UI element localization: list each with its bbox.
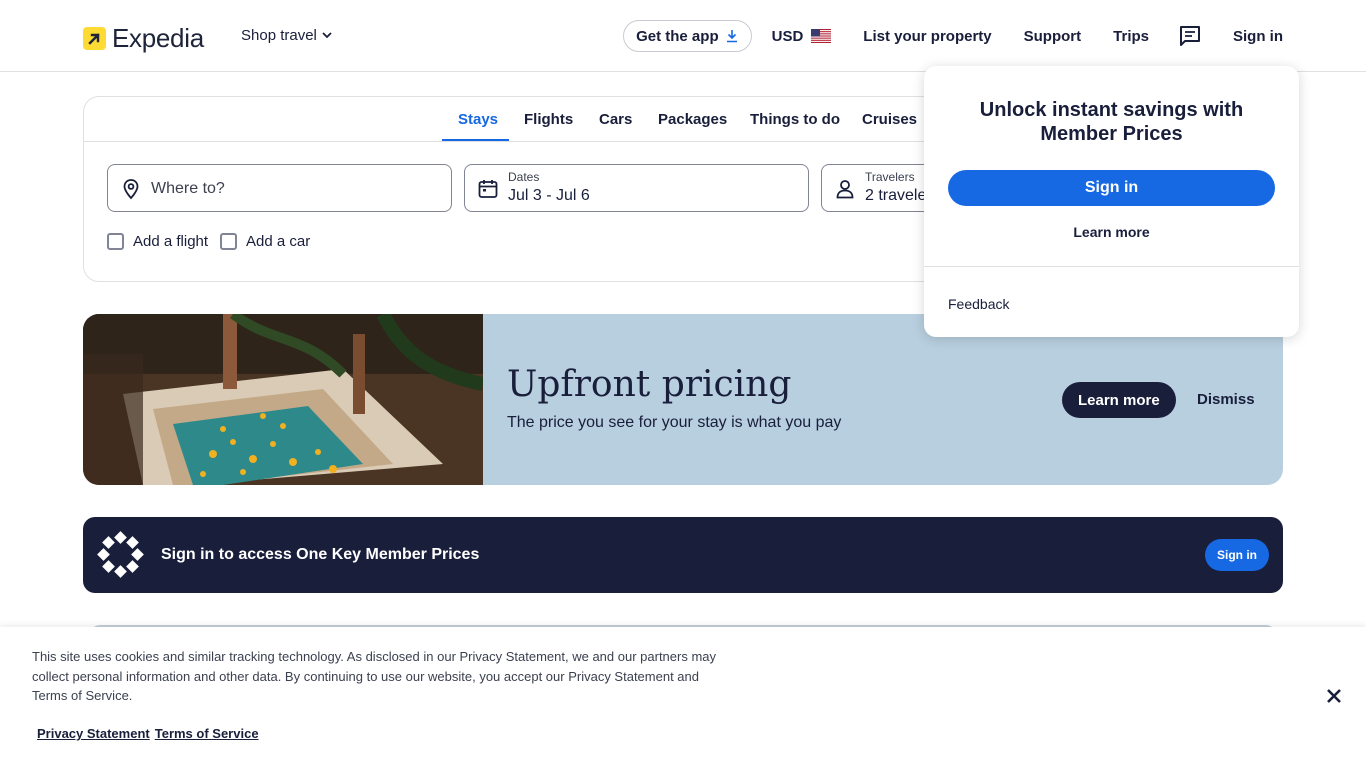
- one-key-text: Sign in to access One Key Member Prices: [161, 546, 480, 563]
- currency-selector[interactable]: USD: [772, 28, 832, 45]
- tab-cars[interactable]: Cars: [599, 111, 632, 128]
- add-flight-checkbox[interactable]: Add a flight: [107, 233, 208, 250]
- promo-subtitle: The price you see for your stay is what …: [507, 414, 842, 431]
- chat-icon[interactable]: [1179, 25, 1201, 47]
- promo-dismiss-button[interactable]: Dismiss: [1197, 391, 1255, 408]
- one-key-banner: Sign in to access One Key Member Prices …: [83, 517, 1283, 593]
- popover-learn-more-link[interactable]: Learn more: [948, 224, 1275, 240]
- popover-title: Unlock instant savings with Member Price…: [979, 99, 1244, 145]
- close-icon[interactable]: [1324, 686, 1344, 706]
- upfront-pricing-banner: Upfront pricing The price you see for yo…: [83, 314, 1283, 485]
- get-app-button[interactable]: Get the app: [623, 20, 752, 52]
- member-prices-popover: Unlock instant savings with Member Price…: [924, 66, 1299, 337]
- list-property-link[interactable]: List your property: [863, 28, 991, 45]
- add-car-checkbox[interactable]: Add a car: [220, 233, 310, 250]
- chevron-down-icon: [322, 32, 332, 39]
- us-flag-icon: [811, 29, 832, 43]
- cookie-banner: This site uses cookies and similar track…: [0, 627, 1366, 768]
- support-link[interactable]: Support: [1024, 28, 1082, 45]
- popover-divider: [924, 266, 1299, 267]
- tab-things-to-do[interactable]: Things to do: [750, 111, 840, 128]
- dates-value: Jul 3 - Jul 6: [508, 187, 590, 204]
- get-app-label: Get the app: [636, 27, 719, 45]
- add-car-label: Add a car: [246, 233, 311, 250]
- calendar-icon: [478, 180, 498, 198]
- shop-travel-menu[interactable]: Shop travel: [241, 27, 332, 44]
- dates-label: Dates: [508, 170, 540, 184]
- feedback-link[interactable]: Feedback: [948, 296, 1009, 312]
- travelers-value: 2 travele: [865, 187, 927, 204]
- tab-flights[interactable]: Flights: [524, 111, 573, 128]
- destination-input[interactable]: Where to?: [107, 164, 452, 212]
- tab-packages[interactable]: Packages: [658, 111, 727, 128]
- expedia-logo-icon: [83, 27, 106, 50]
- privacy-statement-link[interactable]: Privacy Statement: [37, 726, 150, 741]
- currency-label: USD: [771, 27, 804, 45]
- add-car-checkbox-box[interactable]: [220, 233, 237, 250]
- promo-title: Upfront pricing: [507, 364, 792, 405]
- tab-cruises[interactable]: Cruises: [862, 111, 917, 128]
- shop-travel-label: Shop travel: [241, 27, 317, 44]
- dates-field[interactable]: Dates Jul 3 - Jul 6: [464, 164, 809, 212]
- terms-of-service-link[interactable]: Terms of Service: [155, 726, 259, 741]
- logo-text: Expedia: [112, 23, 204, 53]
- location-pin-icon: [123, 179, 139, 200]
- popover-sign-in-button[interactable]: Sign in: [948, 170, 1275, 206]
- trips-link[interactable]: Trips: [1113, 28, 1149, 45]
- cookie-text: This site uses cookies and similar track…: [32, 649, 717, 703]
- tab-stays[interactable]: Stays: [458, 111, 498, 128]
- add-flight-label: Add a flight: [133, 233, 209, 250]
- promo-learn-more-button[interactable]: Learn more: [1062, 382, 1176, 418]
- site-header: Expedia Shop travel Get the app USD List…: [0, 0, 1366, 72]
- cookie-links: Privacy Statement Terms of Service: [37, 726, 259, 741]
- expedia-logo[interactable]: Expedia: [83, 23, 204, 54]
- header-nav: Get the app USD List your property Suppo…: [623, 20, 1283, 52]
- one-key-sign-in-button[interactable]: Sign in: [1205, 539, 1269, 571]
- travelers-label: Travelers: [865, 170, 915, 184]
- add-flight-checkbox-box[interactable]: [107, 233, 124, 250]
- destination-placeholder: Where to?: [151, 180, 225, 197]
- sign-in-link[interactable]: Sign in: [1233, 28, 1283, 45]
- active-tab-indicator: [442, 139, 509, 141]
- download-icon: [726, 30, 737, 43]
- person-icon: [836, 180, 854, 199]
- riad-pool-image: [83, 314, 483, 485]
- one-key-icon: [97, 531, 144, 578]
